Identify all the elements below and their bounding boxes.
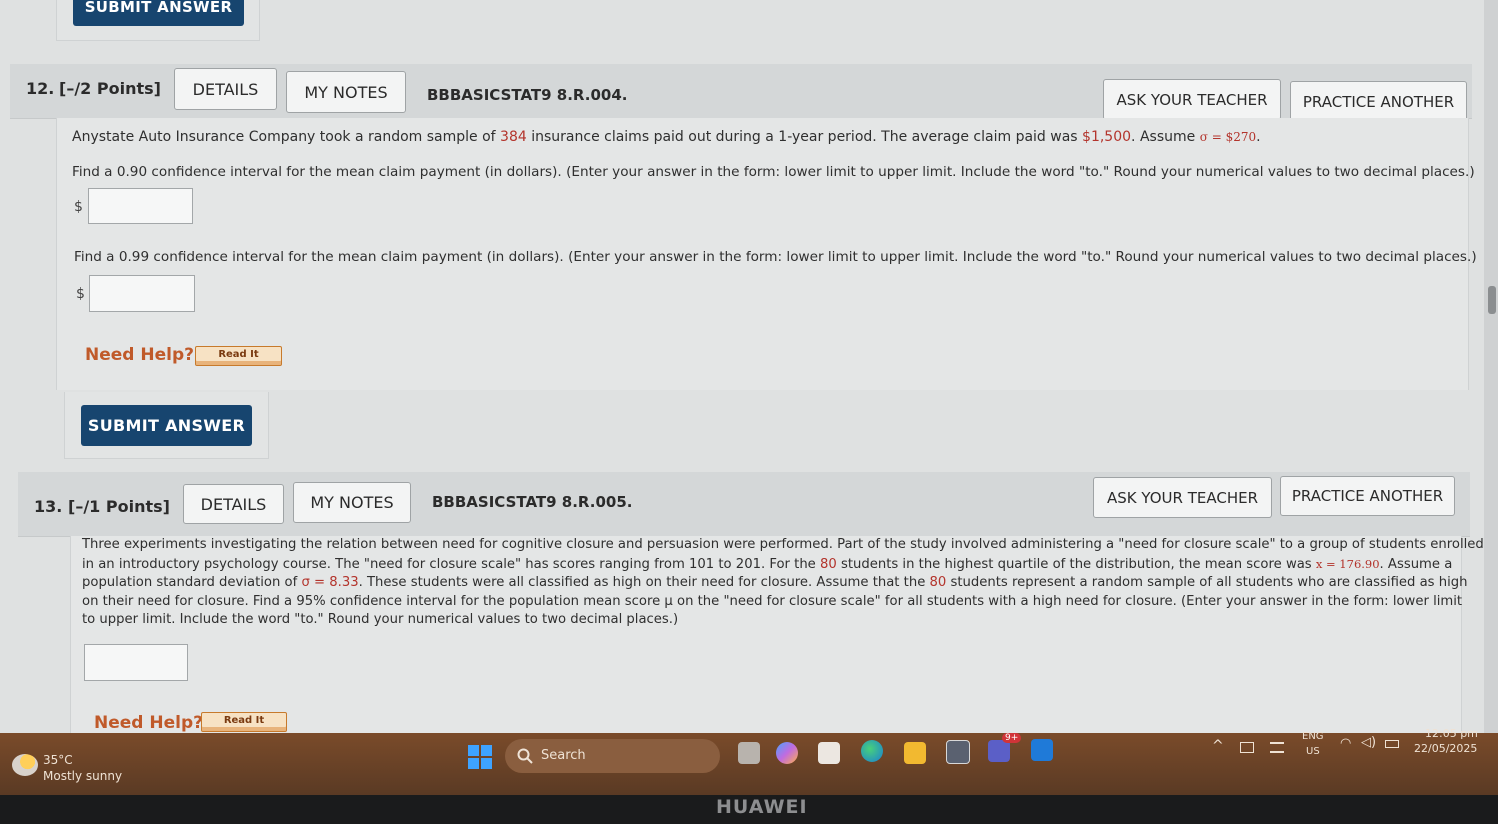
question-12-points: [–/2 Points] <box>59 79 161 98</box>
q12-details-button[interactable]: DETAILS <box>174 68 277 110</box>
q13-practice-another-button[interactable]: PRACTICE ANOTHER <box>1280 476 1455 516</box>
search-icon <box>517 748 533 764</box>
q12-sigma: σ = $270 <box>1199 130 1257 144</box>
volume-icon[interactable]: ◁) <box>1361 735 1376 750</box>
keyboard-layout-indicator[interactable]: US <box>1306 746 1320 757</box>
q12-part2-answer-input[interactable] <box>89 275 195 312</box>
q13-read-it-button[interactable]: Read It <box>201 712 287 732</box>
pen-menu-icon[interactable] <box>1270 742 1284 753</box>
scrollbar-thumb[interactable] <box>1488 286 1496 314</box>
q13-need-help-label: Need Help? <box>94 713 203 733</box>
edge-icon[interactable] <box>861 740 883 762</box>
q12-read-it-button[interactable]: Read It <box>195 346 282 366</box>
q13-line-5: to upper limit. Include the word "to." R… <box>82 612 679 627</box>
battery-icon[interactable] <box>1385 740 1399 748</box>
q13-problem-text: Three experiments investigating the rela… <box>82 536 1484 630</box>
brand-logo: HUAWEI <box>716 796 808 818</box>
q13-line-3: population standard deviation of σ = 8.3… <box>82 575 1468 590</box>
task-view-icon[interactable] <box>738 742 760 764</box>
q12-part1-answer-input[interactable] <box>88 188 193 224</box>
q12-intro-text: Anystate Auto Insurance Company took a r… <box>72 129 1261 145</box>
previous-submit-answer-button[interactable]: SUBMIT ANSWER <box>73 0 244 26</box>
windows-logo-icon <box>468 745 492 769</box>
q13-line-4: on their need for closure. Find a 95% co… <box>82 593 1463 609</box>
notification-badge: 9+ <box>1002 733 1022 743</box>
q13-answer-input[interactable] <box>84 644 188 681</box>
q13-my-notes-button[interactable]: MY NOTES <box>293 482 411 523</box>
start-button[interactable] <box>468 745 492 769</box>
copilot-icon[interactable] <box>776 742 798 764</box>
question-13-points: [–/1 Points] <box>68 497 170 516</box>
language-indicator[interactable]: ENG <box>1302 731 1324 742</box>
q12-problem-code: BBBASICSTAT9 8.R.004. <box>427 86 628 104</box>
keyboard-icon[interactable] <box>1240 742 1254 753</box>
q13-ask-your-teacher-button[interactable]: ASK YOUR TEACHER <box>1093 477 1272 518</box>
teams-icon[interactable] <box>988 740 1010 762</box>
weather-temperature: 35°C <box>43 753 73 767</box>
q13-details-button[interactable]: DETAILS <box>183 484 284 524</box>
q13-line-2: in an introductory psychology course. Th… <box>82 556 1453 572</box>
q13-problem-code: BBBASICSTAT9 8.R.005. <box>432 493 633 511</box>
q13-xbar: x = 176.90 <box>1315 556 1380 571</box>
question-13-number: 13. <box>34 497 63 516</box>
search-label: Search <box>541 748 586 763</box>
weather-icon[interactable] <box>12 754 38 776</box>
q13-sigma: σ = 8.33 <box>301 575 359 590</box>
q12-part1-text: Find a 0.90 confidence interval for the … <box>72 164 1475 180</box>
q12-part2-text: Find a 0.99 confidence interval for the … <box>74 249 1477 265</box>
q12-need-help-label: Need Help? <box>85 345 194 365</box>
clock-date[interactable]: 22/05/2025 <box>1414 742 1477 755</box>
q12-ask-your-teacher-button[interactable]: ASK YOUR TEACHER <box>1103 79 1281 120</box>
q12-average-claim: $1,500 <box>1082 129 1132 145</box>
app-icon[interactable] <box>946 740 970 764</box>
q12-part2-dollar: $ <box>76 286 85 302</box>
q12-submit-answer-button[interactable]: SUBMIT ANSWER <box>81 405 252 446</box>
weather-description: Mostly sunny <box>43 769 123 783</box>
q12-my-notes-button[interactable]: MY NOTES <box>286 71 406 113</box>
q12-practice-another-button[interactable]: PRACTICE ANOTHER <box>1290 81 1467 122</box>
onedrive-icon[interactable] <box>1031 739 1053 761</box>
taskbar-search-box[interactable]: Search <box>505 739 720 773</box>
file-explorer-icon[interactable] <box>904 742 926 764</box>
show-hidden-icons-icon[interactable]: ^ <box>1212 738 1224 754</box>
page-scrollbar[interactable] <box>1484 0 1498 733</box>
store-icon[interactable] <box>818 742 840 764</box>
q12-part1-dollar: $ <box>74 199 83 215</box>
q12-sample-size: 384 <box>500 129 527 145</box>
wifi-icon[interactable]: ◠ <box>1340 736 1351 751</box>
q13-line-1: Three experiments investigating the rela… <box>82 537 1484 552</box>
clock-time[interactable]: 12:05 pm <box>1425 727 1478 740</box>
question-12-number: 12. <box>26 79 55 98</box>
